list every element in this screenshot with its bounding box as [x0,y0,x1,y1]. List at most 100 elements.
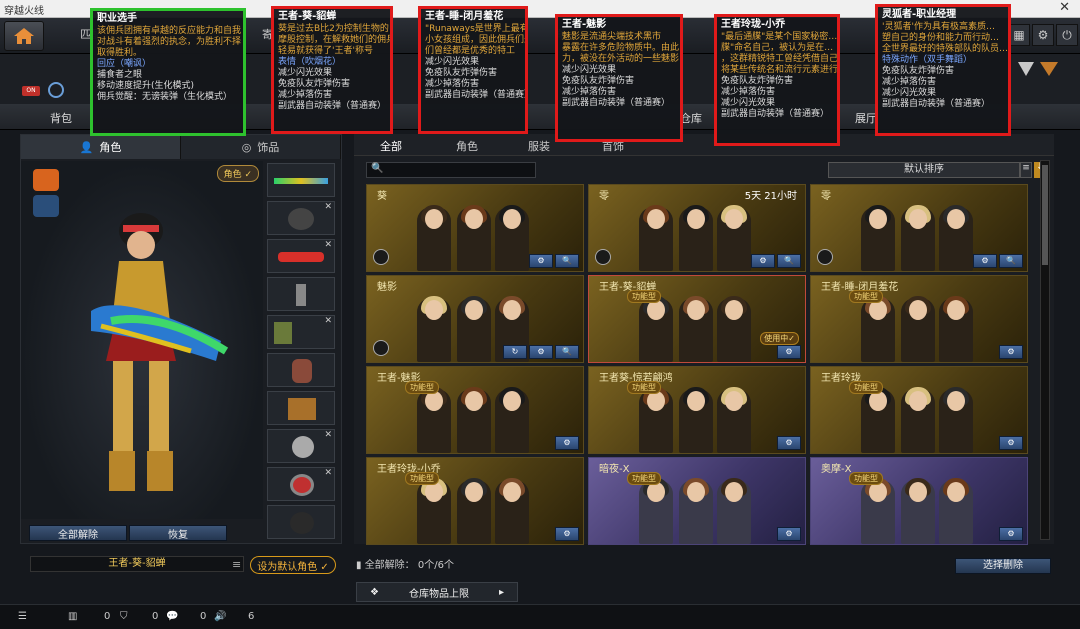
character-portrait [457,387,491,453]
home-button[interactable] [4,21,44,51]
slot-pack[interactable]: ✕ [267,315,335,349]
character-portrait [717,296,751,362]
character-preview[interactable]: 角色 ✓ [21,161,263,519]
sort-list-icon[interactable]: ≡ [1020,162,1032,178]
warehouse-limit[interactable]: ❖ 仓库物品上限 ▸ [356,582,518,602]
ammo-icon [288,398,316,420]
in-use-badge: 使用中✓ [760,332,799,345]
character-portrait [495,205,529,271]
character-portrait [639,387,673,453]
power-icon[interactable]: ⏻ [1056,24,1078,46]
empty-slot-icon [290,512,314,534]
tab-roles[interactable]: 角色 [456,138,478,154]
gear-icon[interactable]: ⚙ [1032,24,1054,46]
character-card[interactable]: 葵 ⚙ 🔍 [366,184,584,272]
card-action-button[interactable]: ⚙ [777,345,801,359]
slot-empty[interactable] [267,505,335,539]
character-card[interactable]: 魅影 ↻ ⚙ 🔍 [366,275,584,363]
slot-radio[interactable] [267,277,335,311]
character-card[interactable]: 王者-魅影 功能型 ⚙ [366,366,584,454]
card-action-button[interactable]: ⚙ [555,436,579,450]
character-card[interactable]: 王者玲珑 功能型 ⚙ [810,366,1028,454]
card-name: 零 [821,191,831,202]
card-action-button[interactable]: ⚙ [973,254,997,268]
card-name: 魅影 [377,282,397,293]
character-portrait [639,205,673,271]
character-portrait [901,478,935,544]
card-action-button[interactable]: ⚙ [529,254,553,268]
character-card[interactable]: 王者-葵-貂蝉 功能型 使用中✓ ⚙ [588,275,806,363]
card-action-button[interactable]: ⚙ [529,345,553,359]
tab-showroom[interactable]: 展厅 [855,110,877,126]
tab-warehouse[interactable]: 仓库 [680,110,702,126]
chat-icon[interactable]: 💬 [166,611,178,622]
slot-gloves[interactable] [267,353,335,387]
refresh-icon[interactable] [48,82,64,98]
slot-goggles[interactable]: ✕ [267,239,335,273]
menu-icon[interactable]: ☰ [18,611,27,622]
character-card[interactable]: 暗夜-X 功能型 ⚙ [588,457,806,545]
card-name: 零 [599,191,609,202]
scrollbar-thumb[interactable] [1042,165,1048,265]
character-card[interactable]: 王者玲珑-小乔 功能型 ⚙ [366,457,584,545]
toggle-on-icon[interactable]: ON [22,86,40,96]
character-card[interactable]: 奥摩-X 功能型 ⚙ [810,457,1028,545]
tab-accessories[interactable]: ◎ 饰品 [181,135,341,159]
glove-icon [292,359,312,383]
card-action-button[interactable]: ⚙ [751,254,775,268]
card-action-button[interactable]: ⚙ [999,436,1023,450]
character-portrait [717,205,751,271]
remove-icon[interactable]: ✕ [324,430,332,440]
character-portrait [717,387,751,453]
feature-badge: 功能型 [405,472,439,485]
card-action-button[interactable]: 🔍 [555,254,579,268]
remove-icon[interactable]: ✕ [324,202,332,212]
remove-icon[interactable]: ✕ [324,468,332,478]
slot-badge[interactable]: ✕ [267,429,335,463]
card-action-button[interactable]: ⚙ [555,527,579,541]
rank-icon[interactable] [1040,62,1058,76]
set-default-button[interactable]: 设为默认角色 ✓ [250,556,336,574]
slot-weapon[interactable] [267,163,335,197]
tab-outfit[interactable]: 服装 [528,138,550,154]
card-action-button[interactable]: ⚙ [777,436,801,450]
restore-button[interactable]: 恢复 [129,525,227,541]
list-icon[interactable]: ≡ [232,558,241,571]
remove-icon[interactable]: ✕ [324,240,332,250]
grid-icon[interactable]: ▦ [1008,24,1030,46]
character-card[interactable]: 零 5天 21小时 ⚙ 🔍 [588,184,806,272]
feature-badge: 功能型 [849,290,883,303]
card-action-button[interactable]: 🔍 [777,254,801,268]
character-portrait [939,296,973,362]
slot-helmet[interactable]: ✕ [267,201,335,235]
tab-backpack[interactable]: 背包 [50,110,72,126]
emblem-icon [373,340,389,356]
card-action-button[interactable]: ↻ [503,345,527,359]
batch-delete-button[interactable]: 选择删除 [955,558,1051,574]
close-icon[interactable]: ✕ [1059,0,1070,15]
card-action-button[interactable]: ⚙ [999,345,1023,359]
character-portrait [639,296,673,362]
tab-all[interactable]: 全部 [380,138,402,154]
tab-character[interactable]: 👤 角色 [21,135,181,159]
grid-scrollbar[interactable] [1040,160,1050,540]
character-card[interactable]: 王者葵-惊若翩鸿 功能型 ⚙ [588,366,806,454]
character-card[interactable]: 王者-睡-闭月羞花 功能型 ⚙ [810,275,1028,363]
card-action-button[interactable]: 🔍 [999,254,1023,268]
radio-icon [296,284,306,306]
search-icon: 🔍 [371,163,384,174]
slot-ammo[interactable] [267,391,335,425]
character-card[interactable]: 零 ⚙ 🔍 [810,184,1028,272]
search-input[interactable]: 🔍 [366,162,536,178]
character-panel: 👤 角色 ◎ 饰品 角色 ✓ ✕ ✕ ✕ ✕ ✕ 全部解除 恢复 [20,134,342,544]
card-action-button[interactable]: 🔍 [555,345,579,359]
unequip-all-button[interactable]: 全部解除 [29,525,127,541]
remove-icon[interactable]: ✕ [324,316,332,326]
slot-ring[interactable]: ✕ [267,467,335,501]
red-highlight-box [875,4,1011,136]
card-action-button[interactable]: ⚙ [777,527,801,541]
card-action-button[interactable]: ⚙ [999,527,1023,541]
speaker-icon[interactable]: 🔊 [214,611,226,622]
badge-icon[interactable] [1018,62,1034,76]
sort-select[interactable]: 默认排序 [828,162,1020,178]
